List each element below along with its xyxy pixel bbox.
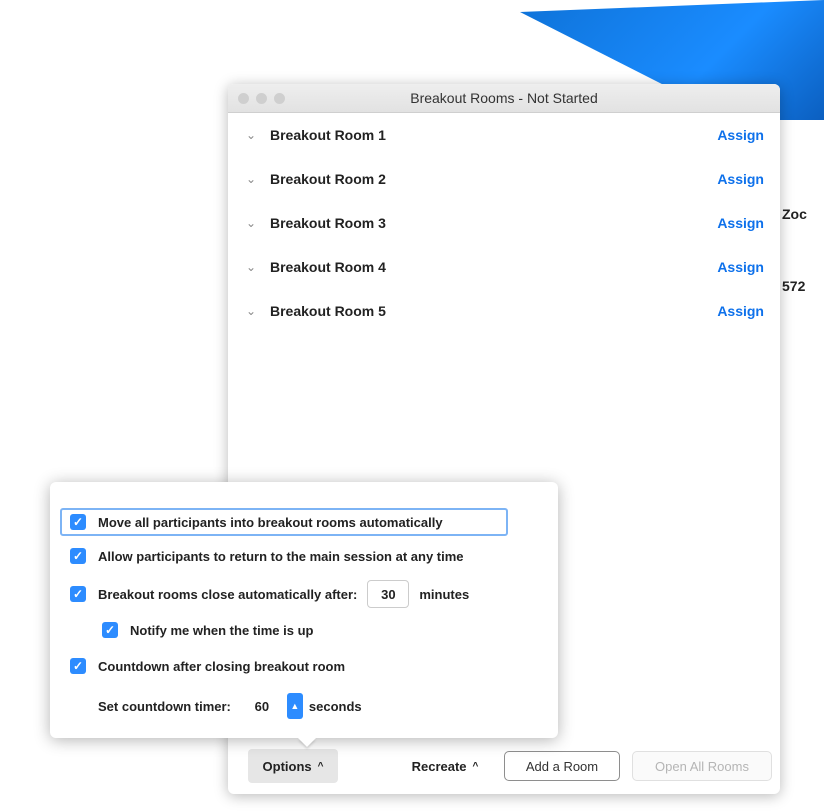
chevron-down-icon[interactable]: ⌄ <box>246 128 260 142</box>
checkbox-checked-icon[interactable]: ✓ <box>70 548 86 564</box>
chevron-down-icon[interactable]: ⌄ <box>246 304 260 318</box>
option-label: Move all participants into breakout room… <box>98 514 443 530</box>
option-auto-close[interactable]: ✓ Breakout rooms close automatically aft… <box>70 580 469 608</box>
room-list: ⌄ Breakout Room 1 Assign ⌄ Breakout Room… <box>228 113 780 333</box>
checkbox-checked-icon[interactable]: ✓ <box>70 658 86 674</box>
option-label: Allow participants to return to the main… <box>98 548 464 564</box>
checkbox-checked-icon[interactable]: ✓ <box>70 586 86 602</box>
seconds-unit: seconds <box>308 698 362 714</box>
timer-label: Set countdown timer: <box>98 698 231 714</box>
minimize-window-button[interactable] <box>256 93 267 104</box>
title-bar: Breakout Rooms - Not Started <box>228 84 780 113</box>
assign-button[interactable]: Assign <box>717 259 764 275</box>
chevron-down-icon[interactable]: ⌄ <box>246 172 260 186</box>
room-row[interactable]: ⌄ Breakout Room 5 Assign <box>228 289 780 333</box>
room-name: Breakout Room 5 <box>270 303 386 319</box>
checkbox-checked-icon[interactable]: ✓ <box>102 622 118 638</box>
chevron-down-icon[interactable]: ⌄ <box>246 216 260 230</box>
auto-close-minutes-input[interactable]: 30 <box>367 580 410 608</box>
room-row[interactable]: ⌄ Breakout Room 1 Assign <box>228 113 780 157</box>
chevron-up-icon: ^ <box>317 760 324 772</box>
chevron-down-icon[interactable]: ⌄ <box>246 260 260 274</box>
chevron-up-icon: ^ <box>472 760 479 772</box>
assign-button[interactable]: Assign <box>717 127 764 143</box>
recreate-label: Recreate <box>411 758 467 774</box>
option-countdown[interactable]: ✓ Countdown after closing breakout room <box>70 658 345 674</box>
background-text-fragment: 572 <box>782 278 806 294</box>
zoom-window-button[interactable] <box>274 93 285 104</box>
window-title: Breakout Rooms - Not Started <box>410 90 598 106</box>
background-text-fragment: Zoc <box>782 206 807 222</box>
option-label: Countdown after closing breakout room <box>98 658 346 674</box>
option-timer: Set countdown timer: 60 ▲ seconds <box>98 692 362 720</box>
popover-tail <box>298 738 316 747</box>
open-all-rooms-button[interactable]: Open All Rooms <box>632 751 772 781</box>
assign-button[interactable]: Assign <box>717 171 764 187</box>
add-room-button[interactable]: Add a Room <box>504 751 620 781</box>
room-name: Breakout Room 4 <box>270 259 386 275</box>
close-window-button[interactable] <box>238 93 249 104</box>
option-notify[interactable]: ✓ Notify me when the time is up <box>102 622 313 638</box>
minutes-unit: minutes <box>419 586 470 602</box>
option-allow-return[interactable]: ✓ Allow participants to return to the ma… <box>70 548 464 564</box>
options-label: Options <box>262 758 312 774</box>
checkbox-checked-icon[interactable]: ✓ <box>70 514 86 530</box>
room-name: Breakout Room 1 <box>270 127 386 143</box>
options-popover: ✓ Move all participants into breakout ro… <box>50 482 558 738</box>
countdown-timer-input[interactable]: 60 <box>241 692 283 720</box>
recreate-button[interactable]: Recreate ^ <box>400 749 490 783</box>
room-row[interactable]: ⌄ Breakout Room 3 Assign <box>228 201 780 245</box>
options-button[interactable]: Options ^ <box>248 749 338 783</box>
window-controls <box>238 93 285 104</box>
option-label: Notify me when the time is up <box>130 622 314 638</box>
assign-button[interactable]: Assign <box>717 303 764 319</box>
option-move-all[interactable]: ✓ Move all participants into breakout ro… <box>70 514 443 530</box>
option-label: Breakout rooms close automatically after… <box>98 586 358 602</box>
room-name: Breakout Room 3 <box>270 215 386 231</box>
assign-button[interactable]: Assign <box>717 215 764 231</box>
room-row[interactable]: ⌄ Breakout Room 2 Assign <box>228 157 780 201</box>
room-name: Breakout Room 2 <box>270 171 386 187</box>
stepper-icon[interactable]: ▲ <box>286 693 303 719</box>
room-row[interactable]: ⌄ Breakout Room 4 Assign <box>228 245 780 289</box>
